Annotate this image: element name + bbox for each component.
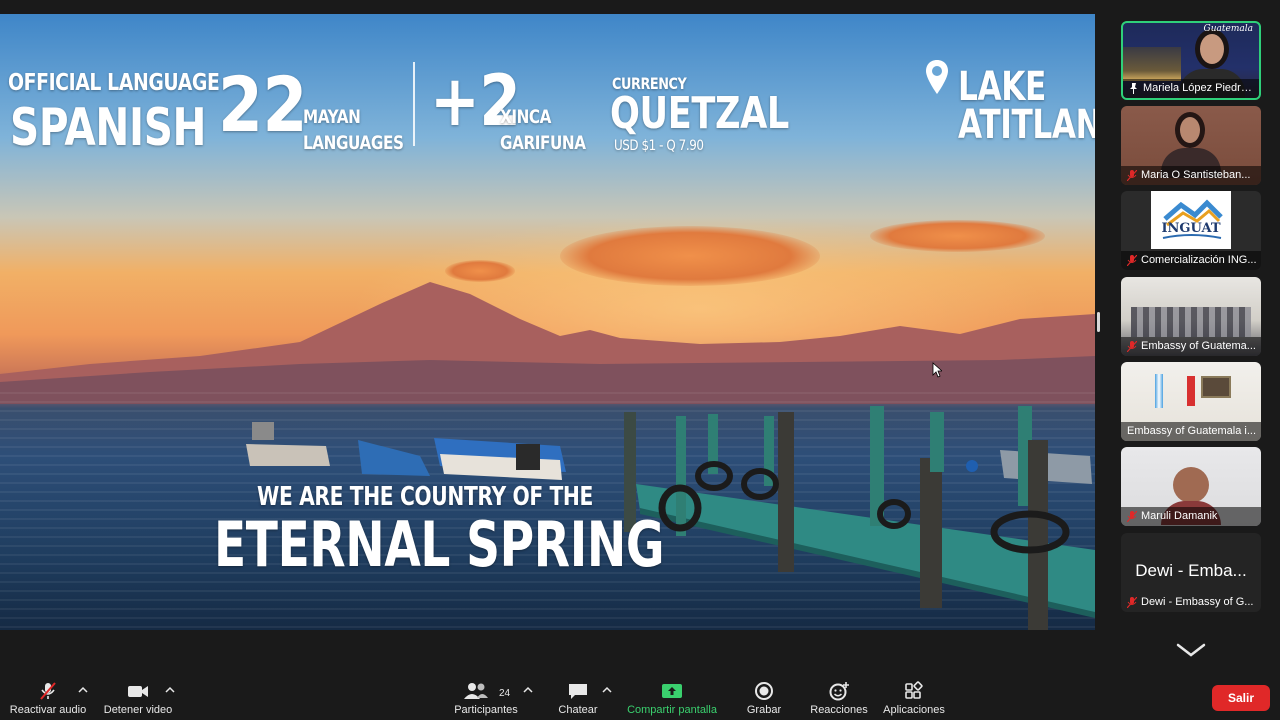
participant-name: Comercialización ING... bbox=[1121, 251, 1261, 270]
stop-video-label: Detener video bbox=[103, 704, 173, 716]
official-language-label: OFFICIAL LANGUAGE bbox=[8, 70, 220, 96]
participants-count: 24 bbox=[499, 688, 511, 699]
smiley-add-icon bbox=[829, 682, 849, 701]
mic-muted-icon bbox=[1127, 170, 1137, 181]
inguat-logo-mark bbox=[1162, 199, 1223, 239]
mic-muted-icon bbox=[1127, 255, 1137, 266]
share-screen-icon bbox=[662, 684, 682, 698]
participants-label: Participantes bbox=[454, 704, 518, 716]
unmute-button[interactable]: Reactivar audio bbox=[4, 678, 92, 718]
participant-tile[interactable]: Embassy of Guatema... bbox=[1121, 277, 1261, 356]
mic-muted-icon bbox=[40, 682, 56, 700]
slide-divider bbox=[413, 62, 415, 146]
apps-label: Aplicaciones bbox=[883, 704, 945, 716]
apps-button[interactable]: Aplicaciones bbox=[878, 678, 950, 718]
mic-muted-icon bbox=[1127, 511, 1137, 522]
unmute-label: Reactivar audio bbox=[9, 704, 87, 716]
chevron-up-icon[interactable] bbox=[523, 686, 533, 694]
chat-button[interactable]: Chatear bbox=[546, 678, 610, 718]
chat-bubble-icon bbox=[569, 684, 587, 699]
video-background bbox=[1123, 47, 1181, 81]
mouse-cursor-icon bbox=[932, 362, 942, 378]
participant-tile[interactable]: Maria O Santisteban... bbox=[1121, 106, 1261, 185]
reactions-label: Reacciones bbox=[810, 704, 868, 716]
participant-tile[interactable]: Embassy of Guatemala i... bbox=[1121, 362, 1261, 441]
room-scene bbox=[1131, 307, 1251, 337]
chevron-up-icon[interactable] bbox=[602, 686, 612, 694]
participant-name: Embassy of Guatemala i... bbox=[1121, 422, 1261, 441]
leave-meeting-button[interactable]: Salir bbox=[1212, 685, 1270, 711]
chevron-up-icon[interactable] bbox=[165, 686, 175, 694]
flag-decoration bbox=[1187, 376, 1195, 406]
currency-rate: USD $1 - Q 7.90 bbox=[614, 138, 704, 154]
extra-line1: XINCA bbox=[500, 106, 552, 128]
participant-name: Embassy of Guatema... bbox=[1121, 337, 1261, 356]
participant-tile[interactable]: Dewi - Emba... Dewi - Embassy of G... bbox=[1121, 533, 1261, 612]
participant-name: Dewi - Embassy of G... bbox=[1121, 593, 1261, 612]
participant-face bbox=[1195, 29, 1229, 69]
share-screen-label: Compartir pantalla bbox=[627, 704, 717, 716]
chevron-down-icon[interactable] bbox=[1175, 640, 1207, 660]
people-icon bbox=[464, 683, 489, 699]
extra-count: +2 bbox=[430, 60, 521, 142]
video-camera-icon bbox=[128, 686, 148, 697]
participant-tile[interactable]: INGUAT Comercialización ING... bbox=[1121, 191, 1261, 270]
participant-face bbox=[1175, 112, 1205, 148]
participant-name: Maria O Santisteban... bbox=[1121, 166, 1261, 185]
pin-icon bbox=[1130, 83, 1137, 94]
lake-line2: ATITLAN bbox=[958, 102, 1095, 148]
location-pin-icon bbox=[926, 60, 948, 94]
mayan-line1: MAYAN bbox=[303, 106, 361, 128]
panel-resize-handle[interactable] bbox=[1097, 312, 1100, 332]
stop-video-button[interactable]: Detener video bbox=[98, 678, 178, 718]
mic-muted-icon bbox=[1127, 597, 1137, 608]
participants-button[interactable]: 24 Participantes bbox=[446, 678, 526, 718]
currency-value: QUETZAL bbox=[610, 88, 789, 139]
mayan-line2: LANGUAGES bbox=[303, 132, 404, 154]
participant-face bbox=[1173, 467, 1209, 503]
official-language-value: SPANISH bbox=[10, 98, 207, 158]
extra-line2: GARIFUNA bbox=[500, 132, 586, 154]
wall-picture bbox=[1201, 376, 1231, 398]
record-label: Grabar bbox=[746, 704, 782, 716]
apps-icon bbox=[905, 681, 923, 699]
inguat-logo-text: INGUAT bbox=[1161, 221, 1221, 236]
participant-tile[interactable]: Maruli Damanik bbox=[1121, 447, 1261, 526]
tile-overlay-text: Guatemala bbox=[1203, 24, 1253, 34]
flag-decoration bbox=[1155, 374, 1163, 408]
mayan-count: 22 bbox=[218, 60, 308, 149]
inguat-logo: INGUAT bbox=[1151, 191, 1231, 249]
shared-screen: OFFICIAL LANGUAGE SPANISH 22 MAYAN LANGU… bbox=[0, 14, 1095, 630]
share-screen-button[interactable]: Compartir pantalla bbox=[622, 678, 722, 718]
record-button[interactable]: Grabar bbox=[734, 678, 794, 718]
mic-muted-icon bbox=[1127, 341, 1137, 352]
participant-name: Mariela López Piedra... bbox=[1123, 79, 1259, 98]
participant-tile[interactable]: Guatemala Mariela López Piedra... bbox=[1121, 21, 1261, 100]
chevron-up-icon[interactable] bbox=[78, 686, 88, 694]
participant-display-name: Dewi - Emba... bbox=[1135, 561, 1247, 580]
tagline-big: ETERNAL SPRING bbox=[214, 508, 665, 581]
reactions-button[interactable]: Reacciones bbox=[804, 678, 874, 718]
chat-label: Chatear bbox=[558, 704, 598, 716]
participant-name: Maruli Damanik bbox=[1121, 507, 1261, 526]
record-icon bbox=[755, 682, 773, 700]
